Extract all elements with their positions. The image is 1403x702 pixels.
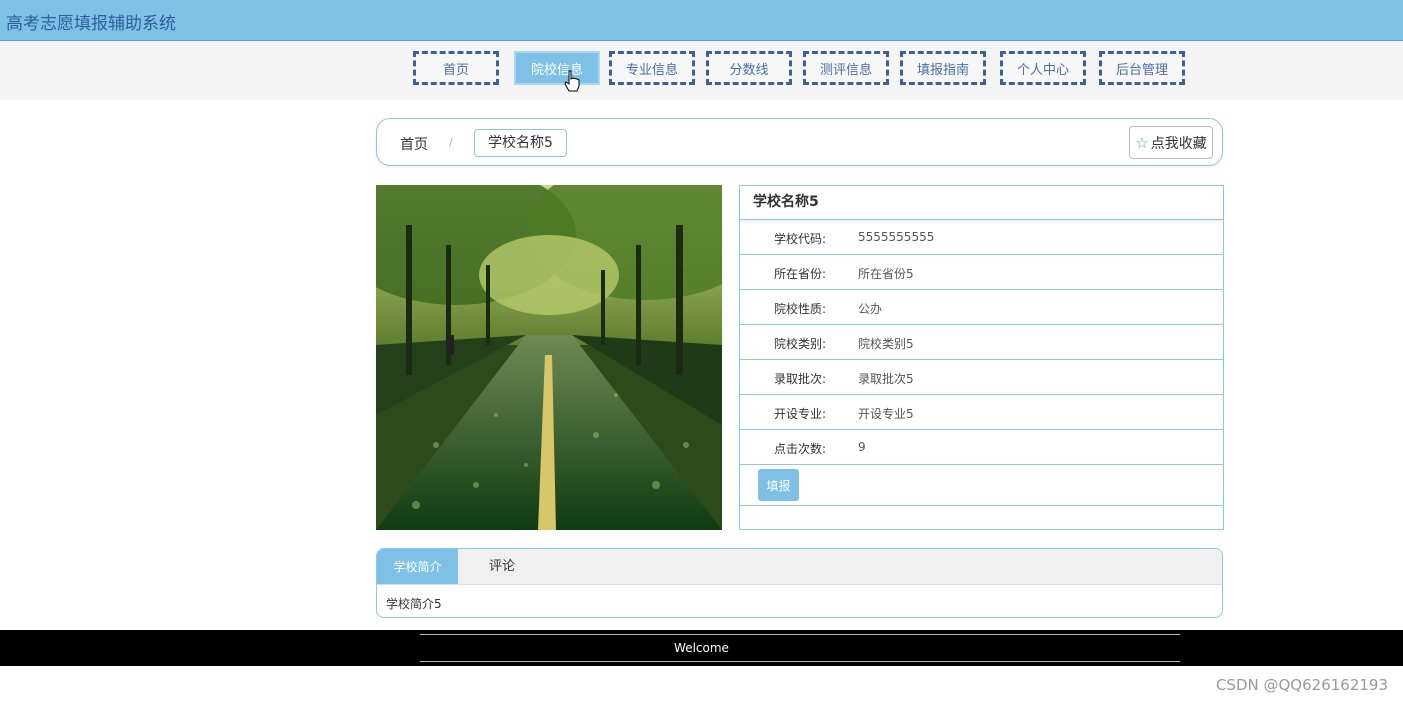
- info-row: 开设专业: 开设专业5: [740, 395, 1223, 430]
- tabs-panel: 学校简介 评论 学校简介5: [376, 548, 1223, 618]
- star-icon: ☆: [1135, 133, 1149, 152]
- breadcrumb-home[interactable]: 首页: [400, 134, 428, 154]
- action-row: 填报: [740, 465, 1223, 506]
- tab-header: 学校简介 评论: [377, 549, 1222, 585]
- nav-item-scores[interactable]: 分数线: [706, 51, 792, 85]
- info-value: 9: [858, 440, 866, 454]
- school-photo: [376, 185, 722, 530]
- breadcrumb: 首页 / 学校名称5 ☆ 点我收藏: [376, 118, 1223, 166]
- breadcrumb-current: 学校名称5: [474, 129, 567, 157]
- favorite-label: 点我收藏: [1150, 135, 1207, 152]
- nav-item-home[interactable]: 首页: [413, 51, 499, 85]
- school-info-panel: 学校名称5 学校代码: 5555555555 所在省份: 所在省份5 院校性质:…: [739, 185, 1224, 530]
- info-row: 录取批次: 录取批次5: [740, 360, 1223, 395]
- footer-text: Welcome: [674, 641, 729, 655]
- info-label: 学校代码:: [774, 232, 827, 246]
- main-nav: 首页 院校信息 专业信息 分数线 测评信息 填报指南 个人中心 后台管理: [0, 41, 1403, 100]
- info-row: 所在省份: 所在省份5: [740, 255, 1223, 290]
- info-label: 点击次数:: [774, 442, 827, 456]
- info-value: 公办: [858, 302, 883, 316]
- tab-comments[interactable]: 评论: [489, 549, 515, 584]
- school-name: 学校名称5: [740, 186, 1223, 220]
- info-label: 院校类别:: [774, 337, 827, 351]
- nav-item-admin[interactable]: 后台管理: [1099, 51, 1185, 85]
- footer-divider: [420, 661, 1180, 662]
- app-title: 高考志愿填报辅助系统: [6, 14, 176, 34]
- info-row: 院校性质: 公办: [740, 290, 1223, 325]
- breadcrumb-separator: /: [449, 136, 453, 149]
- footer-divider: [420, 634, 1180, 635]
- info-label: 录取批次:: [774, 372, 827, 386]
- nav-item-assessment[interactable]: 测评信息: [803, 51, 889, 85]
- info-row: 学校代码: 5555555555: [740, 220, 1223, 255]
- info-label: 开设专业:: [774, 407, 827, 421]
- nav-item-schools[interactable]: 院校信息: [514, 51, 600, 85]
- info-value: 所在省份5: [858, 267, 914, 281]
- info-value: 院校类别5: [858, 337, 914, 351]
- footer: Welcome: [0, 630, 1403, 666]
- info-label: 院校性质:: [774, 302, 827, 316]
- nav-item-profile[interactable]: 个人中心: [1000, 51, 1086, 85]
- info-value: 5555555555: [858, 230, 935, 244]
- tab-intro[interactable]: 学校简介: [377, 549, 458, 584]
- favorite-button[interactable]: ☆ 点我收藏: [1129, 126, 1213, 159]
- hand-cursor-icon: [564, 70, 580, 92]
- nav-item-guide[interactable]: 填报指南: [900, 51, 986, 85]
- info-value: 开设专业5: [858, 407, 914, 421]
- info-row: 点击次数: 9: [740, 430, 1223, 465]
- watermark: CSDN @QQ626162193: [1215, 676, 1388, 694]
- top-bar: 高考志愿填报辅助系统: [0, 0, 1403, 41]
- info-value: 录取批次5: [858, 372, 914, 386]
- apply-button[interactable]: 填报: [758, 469, 799, 501]
- info-label: 所在省份:: [774, 267, 827, 281]
- info-row: 院校类别: 院校类别5: [740, 325, 1223, 360]
- tab-content: 学校简介5: [386, 597, 442, 611]
- nav-item-majors[interactable]: 专业信息: [609, 51, 695, 85]
